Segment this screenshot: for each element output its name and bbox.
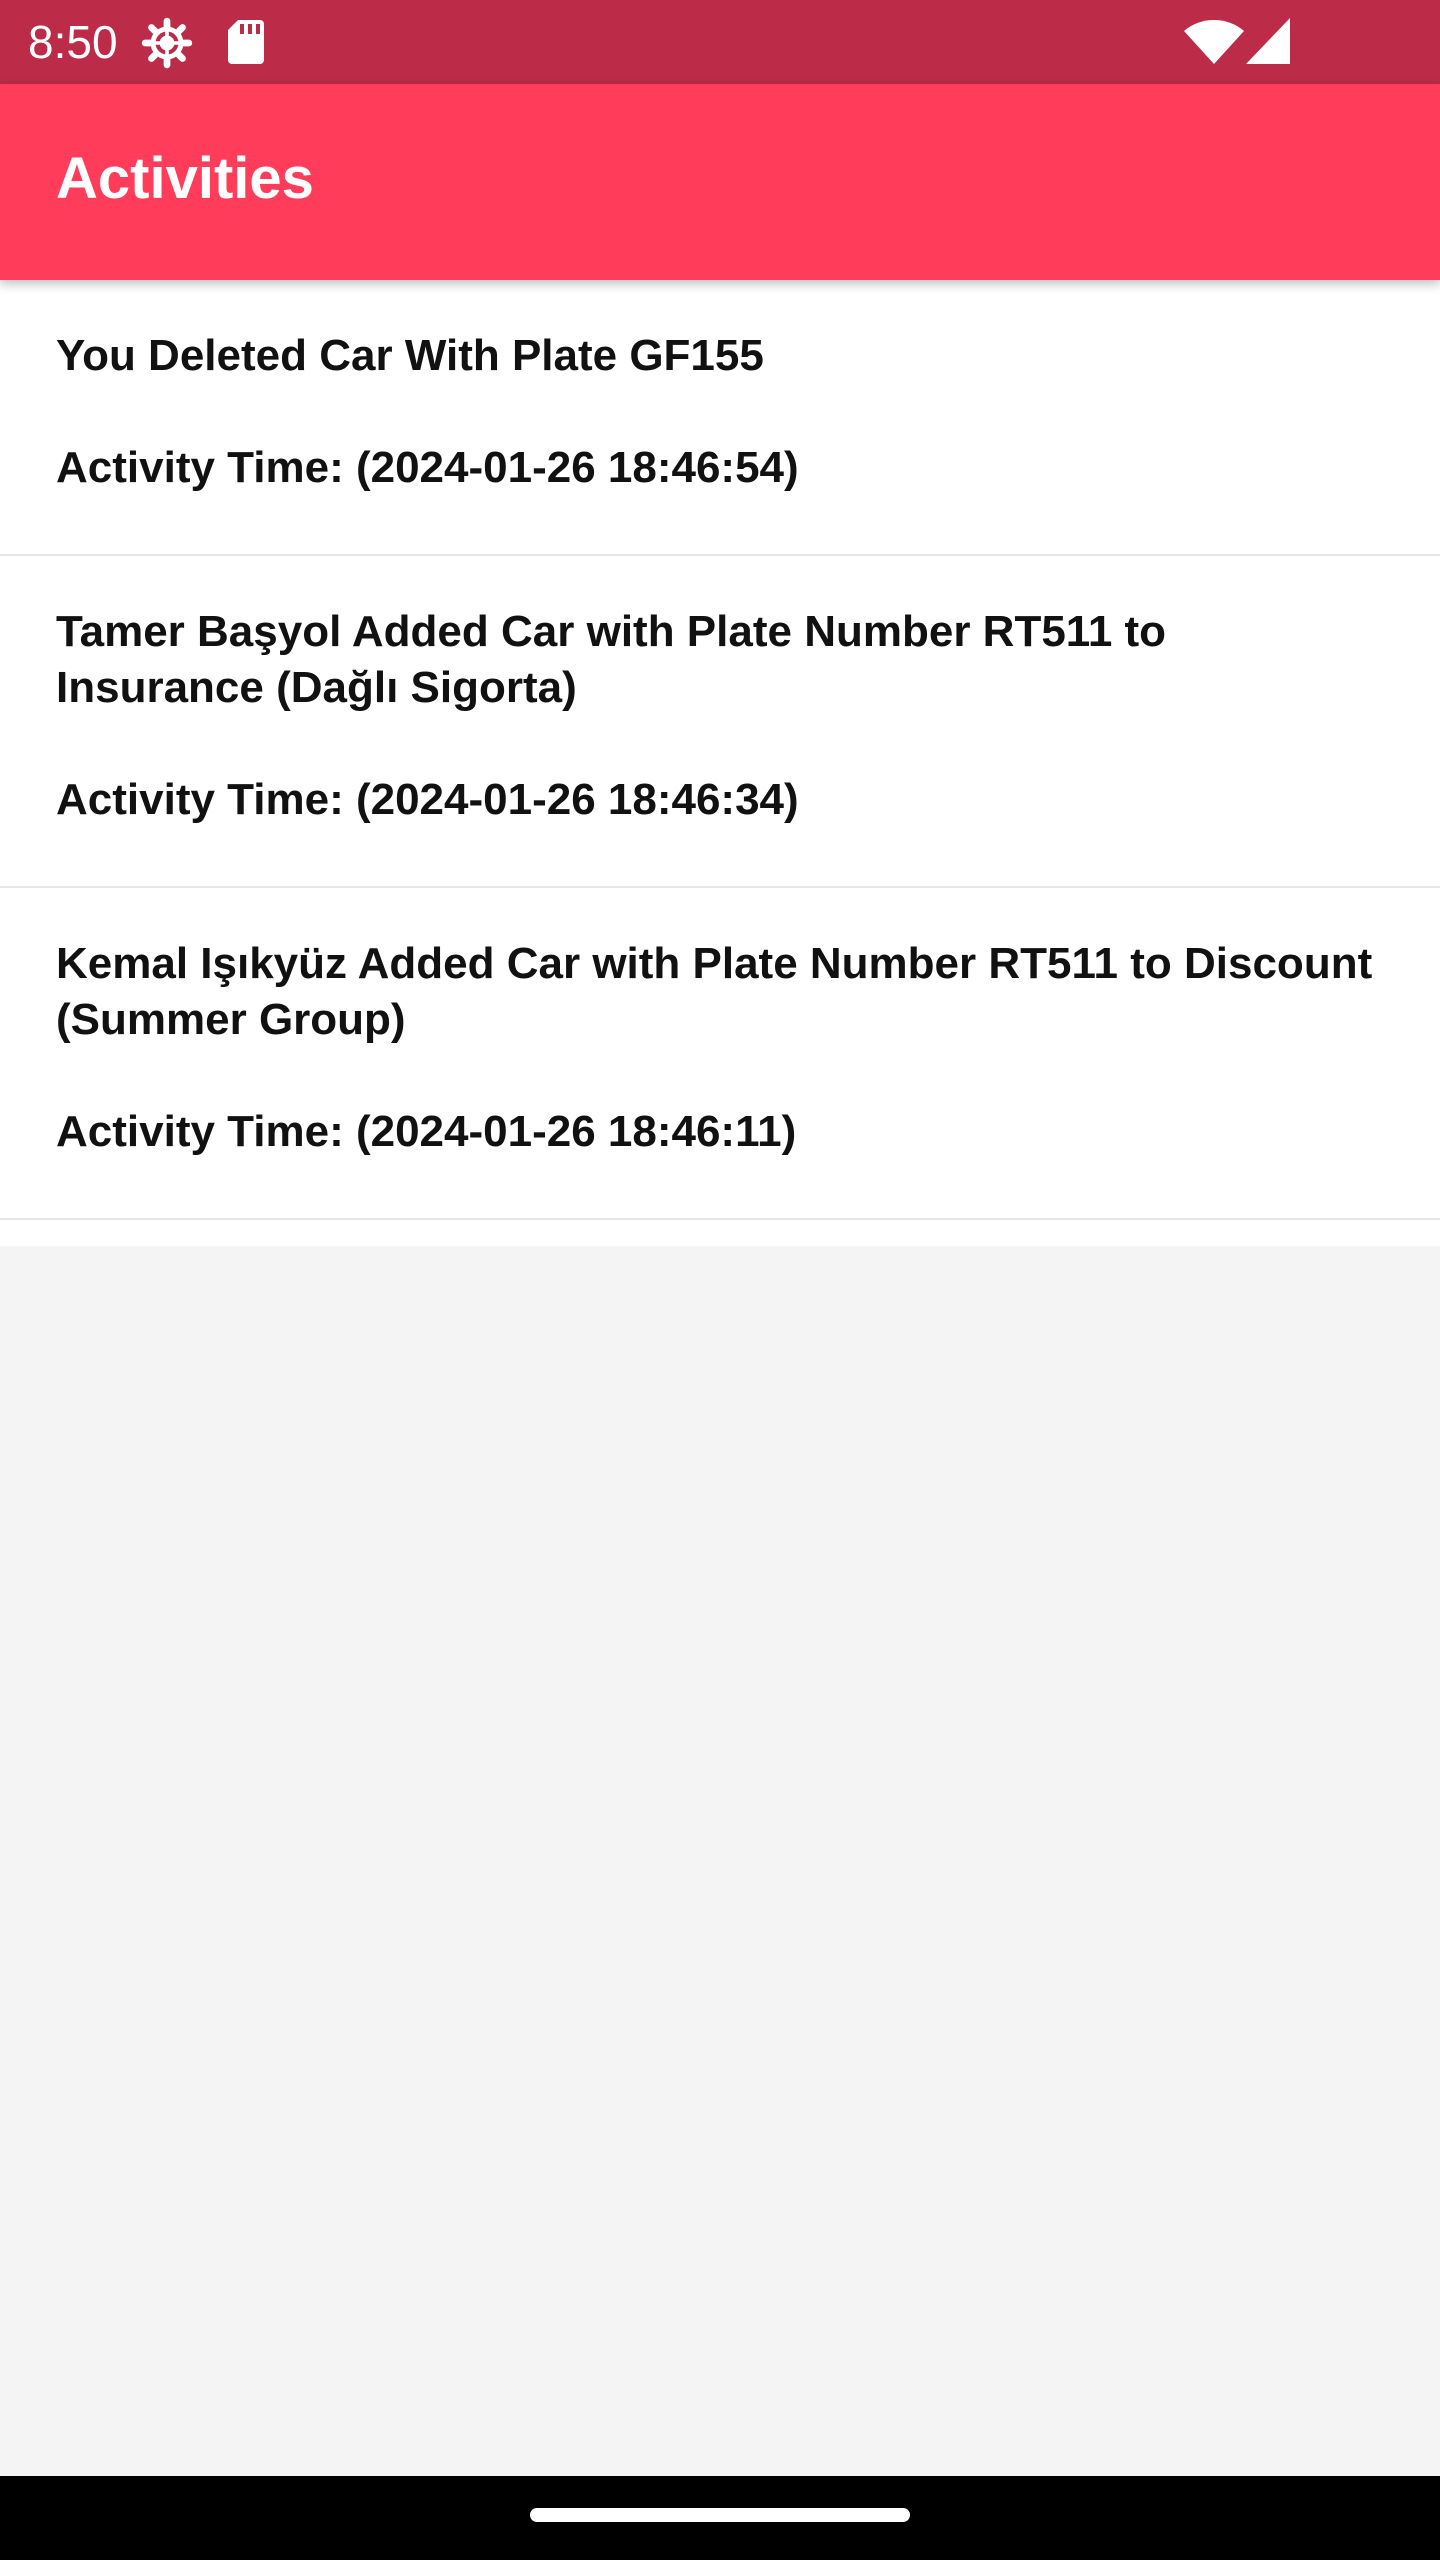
- list-item[interactable]: Kemal Işıkyüz Added Car with Plate Numbe…: [0, 888, 1440, 1220]
- home-handle-icon[interactable]: [530, 2508, 910, 2522]
- activity-title: Kemal Işıkyüz Added Car with Plate Numbe…: [56, 939, 1373, 1044]
- activity-time: Activity Time: (2024-01-26 18:46:54): [56, 443, 799, 492]
- activity-title: Tamer Başyol Added Car with Plate Number…: [56, 607, 1167, 712]
- cellular-signal-icon: [1246, 18, 1290, 64]
- app-bar: Activities: [0, 84, 1440, 280]
- activity-title: You Deleted Car With Plate GF155: [56, 331, 764, 380]
- activity-list: You Deleted Car With Plate GF155 Activit…: [0, 280, 1440, 1246]
- sd-card-icon: [228, 20, 264, 64]
- list-item[interactable]: Tamer Başyol Added Car with Plate Number…: [0, 556, 1440, 888]
- page-title: Activities: [56, 146, 314, 211]
- status-bar: 8:50: [0, 0, 1440, 84]
- activity-time: Activity Time: (2024-01-26 18:46:34): [56, 775, 799, 824]
- list-footer-spacer: [0, 1220, 1440, 1246]
- status-time: 8:50: [28, 16, 118, 68]
- activity-time: Activity Time: (2024-01-26 18:46:11): [56, 1107, 797, 1156]
- settings-gear-icon: [141, 17, 193, 69]
- navigation-bar: [0, 2476, 1440, 2560]
- wifi-icon: [1184, 20, 1244, 64]
- list-item[interactable]: You Deleted Car With Plate GF155 Activit…: [0, 280, 1440, 556]
